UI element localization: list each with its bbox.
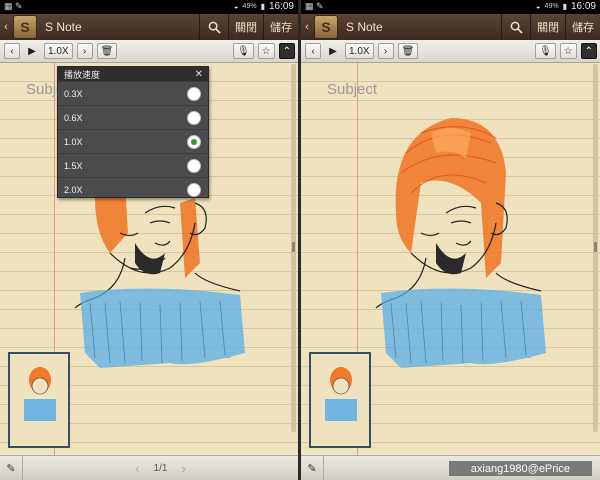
edit-icon: ✎ [6, 462, 16, 475]
delete-button[interactable]: 🗑 [397, 43, 419, 59]
option-label: 2.0X [64, 184, 83, 195]
option-label: 0.3X [64, 88, 83, 99]
next-page-icon[interactable]: › [181, 461, 185, 476]
chevron-left-icon: ‹ [10, 45, 14, 57]
search-button[interactable] [501, 14, 530, 40]
collapse-toolbar-button[interactable]: ⌃ [278, 43, 295, 59]
playback-toolbar: ‹ ▶ 1.0X › 🗑 🎙 ☆ ⌃ [0, 40, 298, 63]
snote-app-icon[interactable]: S [13, 15, 37, 39]
clock: 16:09 [268, 1, 294, 12]
page-indicator: 1/1 [153, 462, 168, 474]
battery-icon: ▮ [562, 2, 567, 11]
option-label: 0.6X [64, 112, 83, 123]
page-thumbnail[interactable] [309, 352, 371, 448]
edit-note-button[interactable]: ✎ [0, 456, 23, 480]
playback-speed-popup: 播放速度 ✕ 0.3X 0.6X 1.0X 1.5X 2.0X [57, 66, 209, 198]
play-icon: ▶ [329, 45, 337, 57]
delete-button[interactable]: 🗑 [96, 43, 118, 59]
wifi-icon: ◒ [535, 2, 541, 11]
close-button[interactable]: 關閉 [228, 14, 263, 40]
save-button[interactable]: 儲存 [565, 14, 600, 40]
trash-icon: 🗑 [401, 45, 415, 57]
radio-button-selected[interactable] [187, 134, 201, 149]
speed-button[interactable]: 1.0X [345, 43, 374, 59]
speed-button[interactable]: 1.0X [44, 43, 73, 59]
radio-button[interactable] [187, 110, 201, 125]
playback-toolbar: ‹ ▶ 1.0X › 🗑 🎙 ☆ ⌃ [301, 40, 600, 63]
close-button[interactable]: 關閉 [530, 14, 565, 40]
battery-level: 49% [242, 3, 257, 10]
scroll-handle[interactable] [292, 242, 295, 252]
status-bar: ▦ ✎ ◒ 49% ▮ 16:09 [301, 0, 600, 14]
bottom-bar: ✎ ‹ 1/1 › [0, 455, 298, 480]
speed-option-2.0x[interactable]: 2.0X [58, 177, 208, 201]
favorite-button[interactable]: ☆ [257, 43, 275, 59]
microphone-icon: 🎙 [236, 45, 250, 57]
chevron-right-icon: › [82, 45, 87, 57]
popup-title: 播放速度 [64, 69, 101, 80]
search-icon [208, 21, 221, 34]
edit-note-button[interactable]: ✎ [301, 456, 324, 480]
play-icon: ▶ [28, 45, 36, 57]
back-icon[interactable]: ‹ [302, 21, 312, 33]
chevron-left-icon: ‹ [311, 45, 315, 57]
favorite-button[interactable]: ☆ [559, 43, 577, 59]
radio-button[interactable] [187, 158, 201, 173]
app-bar: ‹ S S Note 關閉 儲存 [0, 14, 298, 40]
option-label: 1.0X [64, 136, 83, 147]
thumbnail-sketch [24, 367, 56, 421]
chevron-up-icon: ⌃ [282, 45, 291, 57]
save-button[interactable]: 儲存 [263, 14, 298, 40]
chevron-up-icon: ⌃ [584, 45, 593, 57]
next-button[interactable]: › [377, 43, 394, 59]
star-icon: ☆ [261, 45, 271, 57]
app-title: S Note [346, 20, 383, 34]
right-screen: ▦ ✎ ◒ 49% ▮ 16:09 ‹ S S Note 關閉 儲存 ‹ ▶ 1… [301, 0, 600, 480]
collapse-toolbar-button[interactable]: ⌃ [580, 43, 597, 59]
back-icon[interactable]: ‹ [1, 21, 11, 33]
app-bar: ‹ S S Note 關閉 儲存 [301, 14, 600, 40]
battery-level: 49% [544, 3, 559, 10]
snote-app-icon[interactable]: S [314, 15, 338, 39]
scroll-handle[interactable] [594, 242, 597, 252]
left-screen: ▦ ✎ ◒ 49% ▮ 16:09 ‹ S S Note 關閉 儲存 ‹ ▶ 1… [0, 0, 298, 480]
trash-icon: 🗑 [100, 45, 114, 57]
sketch-drawing [375, 118, 546, 368]
voice-record-button[interactable]: 🎙 [232, 43, 254, 59]
thumbnail-sketch [325, 367, 357, 421]
radio-button[interactable] [187, 86, 201, 101]
play-button[interactable]: ▶ [24, 43, 40, 59]
close-icon[interactable]: ✕ [195, 69, 203, 80]
option-label: 1.5X [64, 160, 83, 171]
speed-option-1.5x[interactable]: 1.5X [58, 153, 208, 177]
page-thumbnail[interactable] [8, 352, 70, 448]
next-button[interactable]: › [76, 43, 93, 59]
search-icon [510, 21, 523, 34]
status-bar: ▦ ✎ ◒ 49% ▮ 16:09 [0, 0, 298, 14]
edit-icon: ✎ [307, 462, 317, 475]
play-button[interactable]: ▶ [325, 43, 341, 59]
popup-header: 播放速度 ✕ [58, 67, 208, 81]
speed-option-0.3x[interactable]: 0.3X [58, 81, 208, 105]
radio-dot [191, 138, 197, 145]
previous-button[interactable]: ‹ [305, 43, 321, 59]
app-title: S Note [45, 20, 82, 34]
pen-icon: ▦ ✎ [4, 1, 23, 11]
pen-icon: ▦ ✎ [305, 1, 324, 11]
wifi-icon: ◒ [233, 2, 239, 11]
chevron-right-icon: › [383, 45, 388, 57]
clock: 16:09 [570, 1, 596, 12]
voice-record-button[interactable]: 🎙 [534, 43, 556, 59]
previous-button[interactable]: ‹ [4, 43, 20, 59]
star-icon: ☆ [563, 45, 573, 57]
radio-button[interactable] [187, 182, 201, 197]
speed-option-1.0x[interactable]: 1.0X [58, 129, 208, 153]
pager: ‹ 1/1 › [23, 461, 298, 476]
speed-option-0.6x[interactable]: 0.6X [58, 105, 208, 129]
prev-page-icon[interactable]: ‹ [135, 461, 139, 476]
search-button[interactable] [199, 14, 228, 40]
microphone-icon: 🎙 [538, 45, 552, 57]
battery-icon: ▮ [260, 2, 265, 11]
watermark: axiang1980@ePrice [448, 461, 592, 476]
